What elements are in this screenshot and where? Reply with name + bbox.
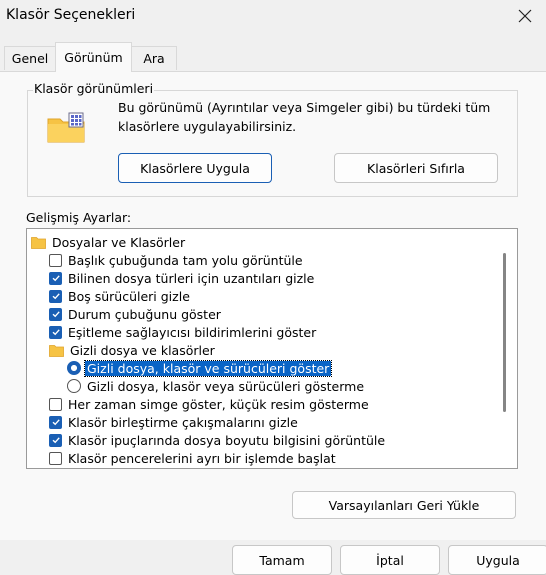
- folder-icon: [31, 236, 46, 249]
- checkmark-icon: [52, 419, 60, 426]
- folder-grid-icon: [47, 112, 85, 143]
- list-item-checkbox[interactable]: Klasör birleştirme çakışmalarını gizle: [49, 413, 298, 431]
- advanced-settings-list[interactable]: Dosyalar ve Klasörler Başlık çubuğunda t…: [26, 228, 518, 469]
- tab-strip: Genel Görünüm Ara: [0, 42, 546, 72]
- restore-defaults-button[interactable]: Varsayılanları Geri Yükle: [292, 491, 516, 519]
- tab-gorunum[interactable]: Görünüm: [55, 42, 132, 72]
- tab-label: Genel: [11, 51, 49, 66]
- checkbox-checked[interactable]: [49, 307, 62, 321]
- list-item-checkbox[interactable]: Eşitleme sağlayıcısı bildirimlerini göst…: [49, 323, 316, 341]
- checkbox-checked[interactable]: [49, 289, 62, 303]
- checkbox-checked[interactable]: [49, 433, 62, 447]
- list-item-label: Gizli dosya, klasör ve sürücüleri göster: [83, 359, 333, 377]
- list-item-checkbox[interactable]: Boş sürücüleri gizle: [49, 287, 190, 305]
- vertical-scrollbar[interactable]: [494, 229, 517, 468]
- list-item-label: Gizli dosya, klasör veya sürücüleri göst…: [87, 378, 365, 394]
- tab-ara[interactable]: Ara: [131, 46, 177, 70]
- folder-views-legend: Klasör görünümleri: [33, 81, 155, 96]
- checkmark-icon: [52, 293, 60, 300]
- radio[interactable]: [67, 379, 81, 393]
- checkbox-checked[interactable]: [49, 325, 62, 339]
- checkmark-icon: [52, 311, 60, 318]
- tab-label: Görünüm: [64, 50, 123, 65]
- reset-folders-button[interactable]: Klasörleri Sıfırla: [334, 153, 498, 183]
- folder-views-description: Bu görünümü (Ayrıntılar veya Simgeler gi…: [118, 100, 491, 134]
- list-item-label: Eşitleme sağlayıcısı bildirimlerini göst…: [68, 324, 317, 340]
- list-item-label: Dosyalar ve Klasörler: [52, 234, 186, 250]
- radio-selected[interactable]: [67, 361, 81, 375]
- checkbox[interactable]: [49, 253, 62, 267]
- list-item-label: Durum çubuğunu göster: [68, 306, 221, 322]
- list-item-label: Gizli dosya ve klasörler: [70, 342, 215, 358]
- list-item-label: Boş sürücüleri gizle: [68, 288, 190, 304]
- tab-label: Ara: [143, 51, 165, 66]
- checkbox-checked[interactable]: [49, 415, 62, 429]
- close-icon: [518, 9, 532, 23]
- window-title: Klasör Seçenekleri: [6, 7, 136, 23]
- checkbox[interactable]: [49, 397, 62, 411]
- apply-to-folders-button[interactable]: Klasörlere Uygula: [118, 153, 272, 183]
- checkmark-icon: [52, 437, 60, 444]
- close-button[interactable]: [510, 2, 540, 30]
- list-item-folder: Dosyalar ve Klasörler: [31, 233, 185, 251]
- list-item-label: Başlık çubuğunda tam yolu görüntüle: [68, 252, 303, 268]
- tab-genel[interactable]: Genel: [4, 46, 56, 70]
- ok-button[interactable]: Tamam: [232, 545, 332, 575]
- folder-icon: [49, 344, 64, 357]
- list-item-checkbox[interactable]: Başlık çubuğunda tam yolu görüntüle: [49, 251, 303, 269]
- list-item-label: Klasör ipuçlarında dosya boyutu bilgisin…: [68, 432, 386, 448]
- list-item-radio[interactable]: Gizli dosya, klasör ve sürücüleri göster: [67, 359, 333, 377]
- list-item-label: Bilinen dosya türleri için uzantıları gi…: [68, 270, 315, 286]
- cancel-button[interactable]: İptal: [340, 545, 440, 575]
- list-item-radio[interactable]: Gizli dosya, klasör veya sürücüleri göst…: [67, 377, 364, 395]
- list-item-checkbox[interactable]: Bilinen dosya türleri için uzantıları gi…: [49, 269, 314, 287]
- title-bar: Klasör Seçenekleri: [0, 0, 546, 34]
- apply-button[interactable]: Uygula: [448, 545, 546, 575]
- list-item-checkbox[interactable]: Durum çubuğunu göster: [49, 305, 221, 323]
- list-item-label: Klasör birleştirme çakışmalarını gizle: [68, 414, 298, 430]
- checkbox[interactable]: [49, 451, 62, 465]
- checkmark-icon: [52, 329, 60, 336]
- checkbox-checked[interactable]: [49, 271, 62, 285]
- checkmark-icon: [52, 275, 60, 282]
- list-item-checkbox[interactable]: Klasör pencerelerini ayrı bir işlemde ba…: [49, 449, 336, 467]
- list-item-label: Her zaman simge göster, küçük resim göst…: [68, 396, 369, 412]
- list-item-folder: Gizli dosya ve klasörler: [49, 341, 215, 359]
- list-item-checkbox[interactable]: Klasör ipuçlarında dosya boyutu bilgisin…: [49, 431, 385, 449]
- list-item-label: Klasör pencerelerini ayrı bir işlemde ba…: [68, 450, 336, 466]
- scrollbar-thumb[interactable]: [503, 253, 506, 412]
- list-item-checkbox[interactable]: Her zaman simge göster, küçük resim göst…: [49, 395, 369, 413]
- advanced-settings-label: Gelişmiş Ayarlar:: [26, 210, 132, 225]
